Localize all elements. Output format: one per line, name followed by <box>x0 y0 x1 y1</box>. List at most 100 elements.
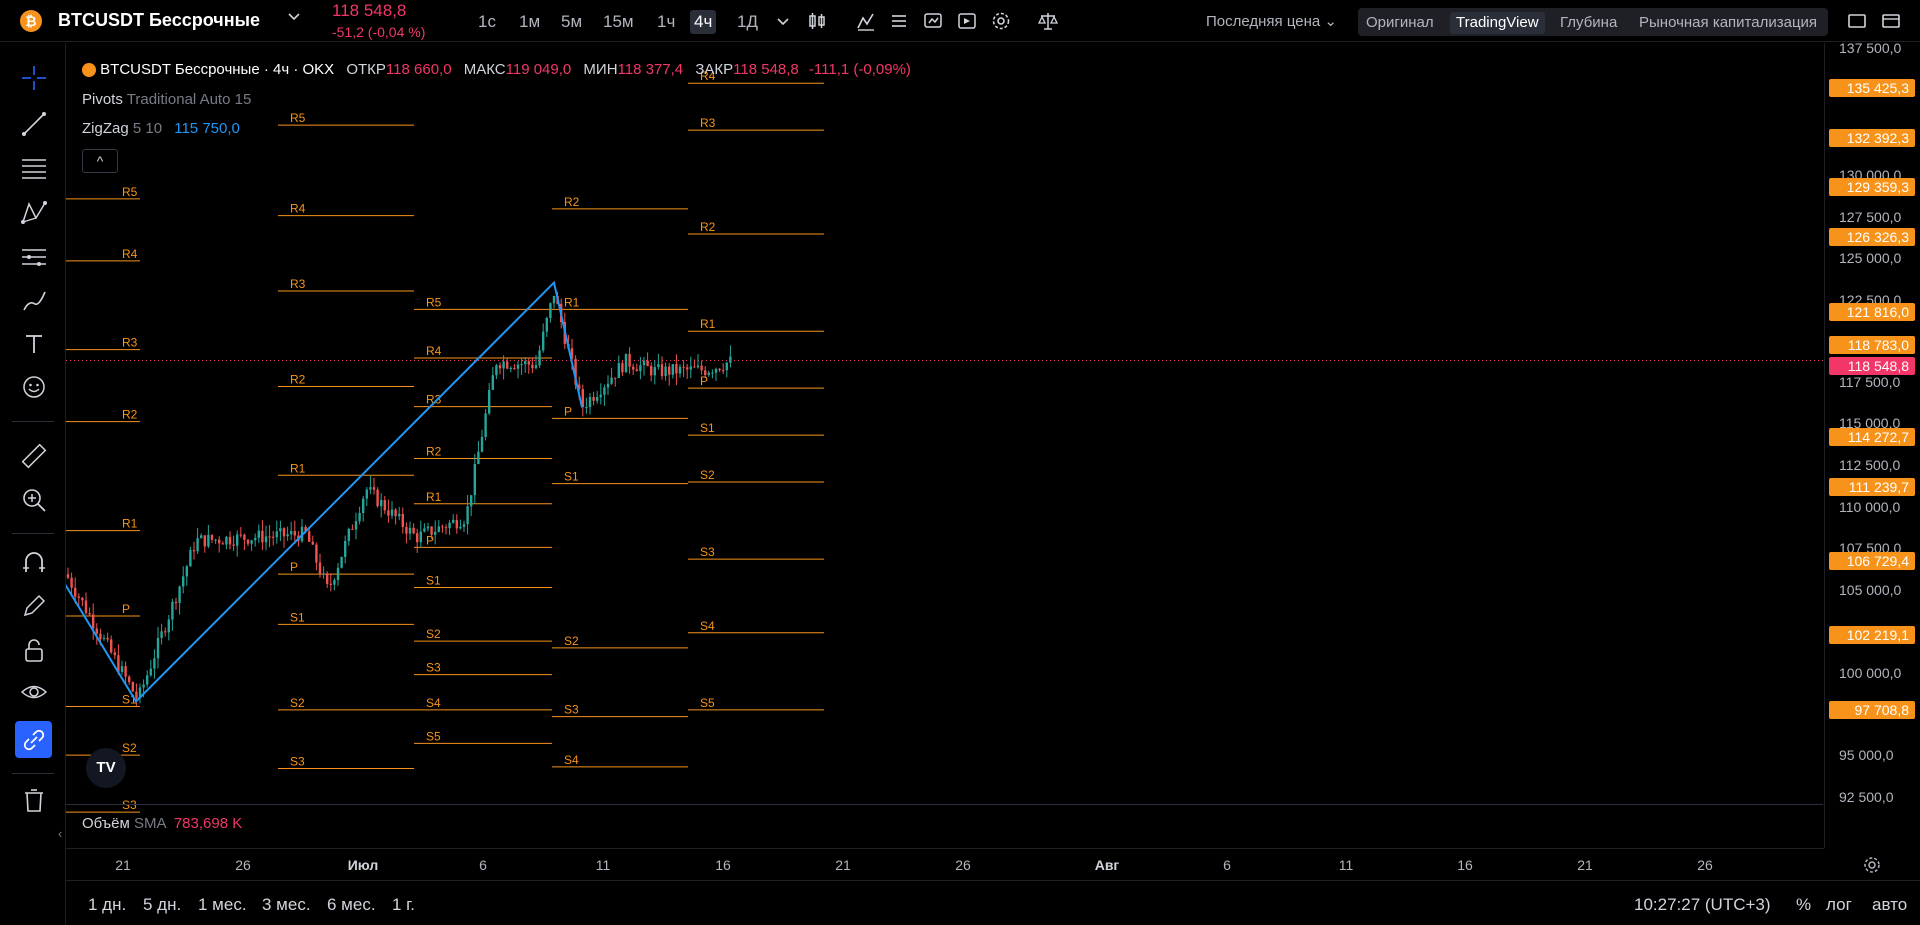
auto-toggle[interactable]: авто <box>1872 895 1907 915</box>
trend-line-icon[interactable] <box>19 109 49 139</box>
price-mode-select[interactable]: Последняя цена ⌄ <box>1206 12 1337 30</box>
tab-tradingview[interactable]: TradingView <box>1450 12 1545 34</box>
price-tick: 110 000,0 <box>1839 499 1901 515</box>
collapse-toolbar-icon[interactable]: ‹ <box>58 826 62 841</box>
candle-body <box>268 536 271 538</box>
candle-body <box>160 631 163 638</box>
replay-icon[interactable] <box>956 10 978 32</box>
magnet-icon[interactable] <box>19 548 49 578</box>
zoom-icon[interactable] <box>19 485 49 515</box>
zigzag-name: ZigZag <box>82 120 129 137</box>
pivot-price-label: 111 239,7 <box>1829 478 1915 496</box>
symbol-name[interactable]: BTCUSDT Бессрочные <box>58 10 260 31</box>
ruler-icon[interactable] <box>19 441 49 471</box>
pivot-label: R1 <box>290 461 306 475</box>
fib-icon[interactable] <box>19 153 49 183</box>
alert-icon[interactable] <box>922 10 944 32</box>
candle-body <box>207 534 210 547</box>
fullscreen-icon[interactable] <box>1846 10 1868 32</box>
candle-body <box>380 500 383 507</box>
pane-divider[interactable] <box>66 804 1823 805</box>
clock[interactable]: 10:27:27 (UTC+3) <box>1634 895 1771 915</box>
candle-body <box>603 387 606 395</box>
candle-body <box>599 394 602 398</box>
indicators-icon[interactable] <box>855 10 877 32</box>
time-axis[interactable]: 21 26 Июл 6 11 16 21 26 Авг 6 11 16 21 2… <box>66 848 1824 880</box>
pivot-label: R4 <box>426 344 442 358</box>
candle-body <box>261 530 264 543</box>
scales-icon[interactable] <box>1037 10 1059 32</box>
chart-pane[interactable]: R5 R4 R3 R2 R1 P S1 S2 S3 R5 R4 R3 R2 R1 P S1 S2 S3 R5 R4 R3… <box>66 43 1824 840</box>
projection-icon[interactable] <box>19 242 49 272</box>
range-1y[interactable]: 1 г. <box>392 895 415 915</box>
range-1d[interactable]: 1 дн. <box>88 895 126 915</box>
tab-market-cap[interactable]: Рыночная капитализация <box>1633 12 1823 34</box>
time-tick-month: Июл <box>347 857 379 873</box>
tab-original[interactable]: Оригинал <box>1360 12 1440 34</box>
close-value: 118 548,8 <box>733 61 799 78</box>
range-6m[interactable]: 6 мес. <box>327 895 376 915</box>
candle-body <box>70 577 73 588</box>
interval-1d[interactable]: 1Д <box>733 10 762 34</box>
candle-body <box>174 601 178 603</box>
camera-icon[interactable] <box>1880 10 1902 32</box>
pivot-label: S2 <box>122 741 137 755</box>
text-icon[interactable] <box>19 329 49 359</box>
interval-1m[interactable]: 1м <box>515 10 544 34</box>
candle-body <box>322 573 325 575</box>
pivot-label: S4 <box>700 619 715 633</box>
candle-body <box>470 495 473 507</box>
emoji-icon[interactable] <box>19 372 49 402</box>
interval-1s[interactable]: 1с <box>474 10 500 34</box>
pivot-label: R2 <box>122 408 138 422</box>
lock-icon[interactable] <box>19 635 49 665</box>
candle-body <box>484 413 487 437</box>
tradingview-logo[interactable]: TV <box>86 748 126 788</box>
chevron-down-icon[interactable] <box>772 10 794 32</box>
candle-body <box>246 539 250 544</box>
gear-icon[interactable] <box>990 10 1012 32</box>
view-tabs: Оригинал TradingView Глубина Рыночная ка… <box>1358 8 1828 36</box>
pivot-label: S2 <box>426 627 441 641</box>
interval-5m[interactable]: 5м <box>557 10 586 34</box>
log-toggle[interactable]: лог <box>1826 895 1852 915</box>
crosshair-icon[interactable] <box>19 63 49 93</box>
range-5d[interactable]: 5 дн. <box>143 895 181 915</box>
chevron-down-icon[interactable] <box>286 8 302 29</box>
pivot-label: S1 <box>700 421 715 435</box>
range-3m[interactable]: 3 мес. <box>262 895 311 915</box>
volume-legend[interactable]: Объём SMA 783,698 K <box>82 815 242 832</box>
percent-toggle[interactable]: % <box>1796 895 1811 915</box>
interval-4h[interactable]: 4ч <box>690 10 717 34</box>
price-chart[interactable]: R5 R4 R3 R2 R1 P S1 S2 S3 R5 R4 R3 R2 R1 P S1 S2 S3 R5 R4 R3… <box>66 43 1824 840</box>
candle-body <box>153 658 156 669</box>
trash-icon[interactable] <box>19 785 49 815</box>
candle-type-icon[interactable] <box>806 10 828 32</box>
list-icon[interactable] <box>888 10 910 32</box>
time-tick: 6 <box>1223 857 1231 873</box>
pivot-price-label: 114 272,7 <box>1829 428 1915 446</box>
zigzag-legend[interactable]: ZigZag 5 10 115 750,0 <box>82 120 240 137</box>
pivot-label: S5 <box>426 729 441 743</box>
candle-body <box>254 537 257 541</box>
gear-icon[interactable] <box>1862 855 1882 875</box>
collapse-legend-button[interactable]: ^ <box>82 149 118 173</box>
brush-icon[interactable] <box>19 286 49 316</box>
interval-15m[interactable]: 15м <box>599 10 638 34</box>
price-axis[interactable]: 137 500,0 130 000,0 127 500,0 125 000,0 … <box>1824 40 1920 848</box>
pivots-legend[interactable]: Pivots Traditional Auto 15 <box>82 91 251 108</box>
candle-body <box>707 372 710 376</box>
candle-body <box>142 684 145 688</box>
tab-depth[interactable]: Глубина <box>1554 12 1623 34</box>
candle-body <box>614 377 617 379</box>
range-1m[interactable]: 1 мес. <box>198 895 247 915</box>
time-tick-month: Авг <box>1094 857 1120 873</box>
pivot-label: S2 <box>290 696 305 710</box>
link-icon[interactable] <box>15 721 52 758</box>
candle-body <box>232 544 235 546</box>
eye-icon[interactable] <box>19 677 49 707</box>
interval-1h[interactable]: 1ч <box>653 10 679 34</box>
pivot-price-label: 126 326,3 <box>1829 228 1915 246</box>
pattern-icon[interactable] <box>19 198 49 228</box>
pencil-lock-icon[interactable] <box>19 591 49 621</box>
